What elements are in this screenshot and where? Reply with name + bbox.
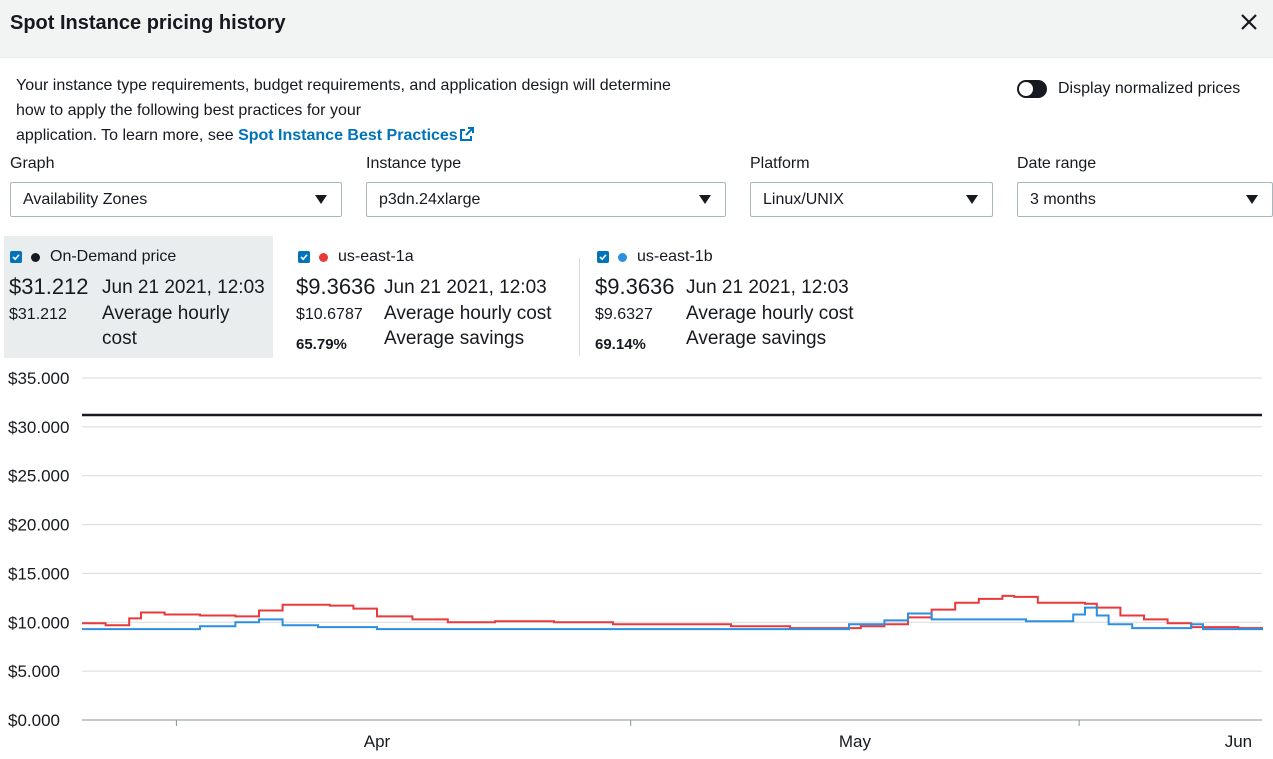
platform-select-value: Linux/UNIX bbox=[763, 191, 844, 208]
caret-down-icon bbox=[966, 195, 978, 204]
legend-avg-cost-label: Average hourly cost bbox=[686, 303, 854, 324]
legend-date: Jun 21 2021, 12:03 bbox=[686, 277, 849, 298]
y-tick-label: $35.000 bbox=[8, 369, 69, 388]
y-tick-label: $0.000 bbox=[8, 711, 60, 730]
legend-series-name: us-east-1b bbox=[637, 248, 713, 265]
legend-series-name: On-Demand price bbox=[50, 248, 177, 265]
normalized-prices-toggle[interactable]: Display normalized prices bbox=[1017, 80, 1240, 98]
price-history-chart[interactable]: $35.000 $30.000 $25.000 $20.000 $15.000 $10.0… bbox=[0, 362, 1273, 759]
legend-savings-label: Average savings bbox=[384, 328, 525, 349]
date-range-label: Date range bbox=[1017, 155, 1097, 172]
legend-savings-label: Average savings bbox=[686, 328, 827, 349]
legend-avg-cost-label: Average hourly cost bbox=[102, 303, 230, 349]
y-tick-label: $10.000 bbox=[8, 613, 69, 632]
graph-select[interactable]: Availability Zones bbox=[10, 182, 342, 217]
instance-type-label: Instance type bbox=[366, 155, 462, 172]
best-practices-link[interactable]: Spot Instance Best Practices bbox=[238, 127, 475, 144]
description-line-1: Your instance type requirements, budget … bbox=[16, 77, 671, 94]
y-tick-label: $15.000 bbox=[8, 564, 69, 583]
toggle-switch[interactable] bbox=[1017, 80, 1047, 98]
legend-avg-cost: $10.6787 bbox=[296, 306, 363, 323]
graph-label: Graph bbox=[10, 155, 55, 172]
caret-down-icon bbox=[315, 195, 327, 204]
legend-price: $9.3636 bbox=[296, 274, 376, 299]
legend-date: Jun 21 2021, 12:03 bbox=[384, 277, 547, 298]
legend-divider bbox=[579, 258, 580, 356]
x-tick-label: Jun bbox=[1225, 732, 1252, 751]
modal-header: Spot Instance pricing history bbox=[0, 0, 1273, 58]
legend-avg-cost: $31.212 bbox=[9, 306, 67, 323]
y-tick-label: $25.000 bbox=[8, 467, 69, 486]
checkbox-checked-icon[interactable] bbox=[597, 251, 609, 263]
description-line-3: application. To learn more, see Spot Ins… bbox=[16, 123, 756, 150]
legend-price: $9.3636 bbox=[595, 274, 675, 299]
platform-select[interactable]: Linux/UNIX bbox=[750, 182, 993, 217]
legend-item-us-east-1a[interactable]: us-east-1a $9.3636 Jun 21 2021, 12:03 $1… bbox=[290, 236, 570, 358]
legend-avg-cost: $9.6327 bbox=[595, 306, 653, 323]
description-line-3-text: application. To learn more, see bbox=[16, 127, 239, 144]
legend-date: Jun 21 2021, 12:03 bbox=[102, 277, 265, 298]
caret-down-icon bbox=[1246, 195, 1258, 204]
date-range-select-value: 3 months bbox=[1030, 191, 1096, 208]
modal-title: Spot Instance pricing history bbox=[10, 12, 286, 34]
best-practices-link-label: Spot Instance Best Practices bbox=[238, 127, 458, 144]
description-line-2: how to apply the following best practice… bbox=[16, 102, 362, 119]
external-link-icon bbox=[459, 125, 475, 150]
legend-item-on-demand[interactable]: On-Demand price $31.212 Jun 21 2021, 12:… bbox=[4, 236, 273, 358]
platform-label: Platform bbox=[750, 155, 810, 172]
series-dot-icon bbox=[319, 252, 328, 262]
series-dot-icon bbox=[31, 252, 40, 262]
y-tick-label: $5.000 bbox=[8, 662, 60, 681]
legend-item-us-east-1b[interactable]: us-east-1b $9.3636 Jun 21 2021, 12:03 $9… bbox=[589, 236, 879, 358]
instance-type-select[interactable]: p3dn.24xlarge bbox=[366, 182, 726, 217]
close-icon[interactable] bbox=[1237, 10, 1261, 34]
legend-avg-cost-label: Average hourly cost bbox=[384, 303, 552, 324]
series-dot-icon bbox=[618, 252, 627, 262]
legend-header: us-east-1a bbox=[298, 248, 414, 266]
legend-header: On-Demand price bbox=[10, 248, 176, 266]
legend-header: us-east-1b bbox=[597, 248, 713, 266]
legend-savings: 65.79% bbox=[296, 336, 347, 353]
legend-savings: 69.14% bbox=[595, 336, 646, 353]
toggle-label: Display normalized prices bbox=[1058, 80, 1241, 97]
graph-select-value: Availability Zones bbox=[23, 191, 148, 208]
checkbox-checked-icon[interactable] bbox=[10, 251, 22, 263]
date-range-select[interactable]: 3 months bbox=[1017, 182, 1273, 217]
checkbox-checked-icon[interactable] bbox=[298, 251, 310, 263]
y-tick-label: $20.000 bbox=[8, 516, 69, 535]
x-tick-label: May bbox=[839, 732, 872, 751]
legend-series-name: us-east-1a bbox=[338, 248, 414, 265]
y-tick-label: $30.000 bbox=[8, 418, 69, 437]
toggle-knob bbox=[1019, 82, 1033, 96]
x-tick-label: Apr bbox=[364, 732, 391, 751]
instance-type-select-value: p3dn.24xlarge bbox=[379, 191, 481, 208]
legend-price: $31.212 bbox=[9, 274, 89, 299]
description-text: Your instance type requirements, budget … bbox=[16, 73, 756, 150]
caret-down-icon bbox=[699, 195, 711, 204]
